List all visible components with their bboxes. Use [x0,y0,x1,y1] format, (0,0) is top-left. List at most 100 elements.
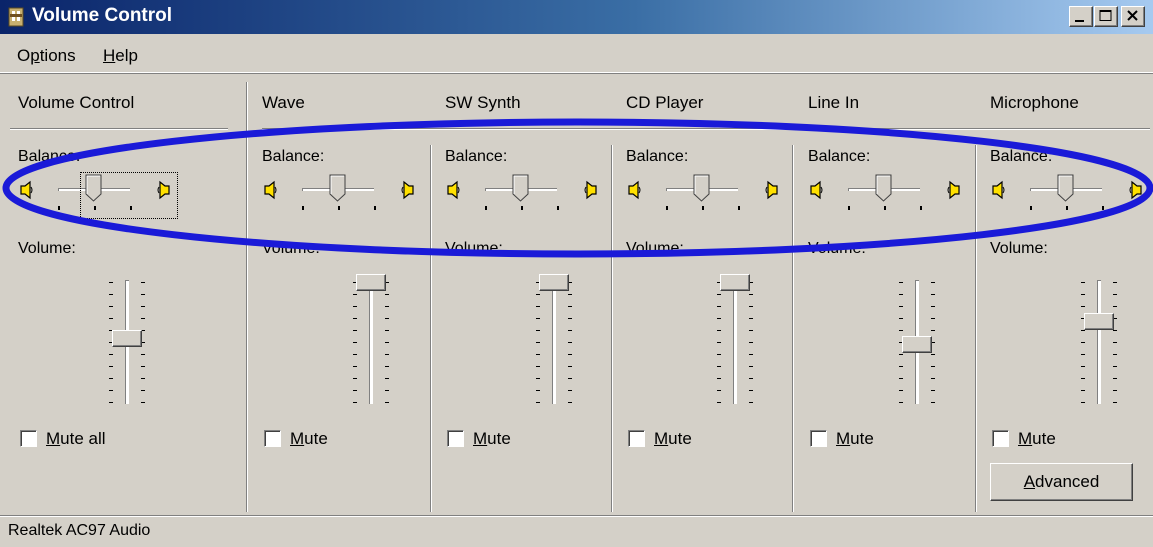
volume-slider-thumb[interactable] [112,330,142,347]
volume-tick [568,378,572,379]
menu-options[interactable]: Options [17,46,76,66]
close-button[interactable] [1121,6,1145,27]
volume-tick [109,294,113,295]
volume-tick [353,342,357,343]
balance-tick [374,206,376,210]
balance-label: Balance: [445,148,508,165]
volume-tick [1081,366,1085,367]
volume-tick [749,378,753,379]
speaker-left-icon [991,180,1007,200]
advanced-button[interactable]: Advanced [990,463,1133,501]
volume-tick [717,342,721,343]
volume-tick [385,378,389,379]
mute-label[interactable]: Mute [654,429,692,449]
balance-slider-thumb[interactable] [512,174,529,202]
mute-checkbox[interactable] [992,430,1009,447]
volume-tick [1081,390,1085,391]
volume-tick [749,330,753,331]
volume-tick [931,402,935,403]
volume-label: Volume: [445,240,503,257]
mute-label[interactable]: Mute [836,429,874,449]
volume-tick [749,306,753,307]
volume-tick [109,390,113,391]
mute-checkbox[interactable] [20,430,37,447]
volume-track[interactable] [733,280,737,404]
volume-track[interactable] [369,280,373,404]
volume-tick [536,342,540,343]
mute-label[interactable]: Mute [290,429,328,449]
balance-label: Balance: [262,148,325,165]
maximize-icon [1099,10,1112,21]
minimize-button[interactable] [1069,6,1093,27]
speaker-left-icon [809,180,825,200]
volume-tick [899,318,903,319]
mute-accel: M [836,429,851,448]
channel-name: CD Player [626,93,704,112]
volume-tick [141,366,145,367]
volume-slider-thumb[interactable] [720,274,750,291]
balance-slider-thumb[interactable] [1057,174,1074,202]
speaker-left-icon [263,180,279,200]
volume-tick [899,294,903,295]
volume-slider-thumb[interactable] [539,274,569,291]
balance-label: Balance: [18,148,81,165]
volume-slider-thumb[interactable] [1084,313,1114,331]
volume-tick [931,294,935,295]
mute-checkbox[interactable] [447,430,464,447]
volume-tick [536,378,540,379]
speaker-right-icon [945,180,961,200]
menu-help[interactable]: Help [103,46,138,66]
volume-tick [109,318,113,319]
menu-options-text-2: tions [39,46,76,65]
close-icon [1127,10,1138,21]
mute-label[interactable]: Mute [1018,429,1056,449]
volume-tick [717,402,721,403]
balance-tick [848,206,850,210]
balance-tick [58,206,60,210]
volume-tick [899,282,903,283]
mute-checkbox[interactable] [628,430,645,447]
volume-tick [717,330,721,331]
mute-label[interactable]: Mute all [46,429,106,449]
volume-label: Volume: [990,240,1048,257]
volume-tick [1113,402,1117,403]
status-text: Realtek AC97 Audio [8,522,151,539]
volume-tick [931,354,935,355]
title-bar[interactable]: Volume Control [0,0,1153,34]
speaker-left-icon [19,180,35,200]
minimize-icon [1075,20,1084,22]
volume-tick [931,318,935,319]
balance-label: Balance: [808,148,871,165]
channel-name: Line In [808,93,860,112]
volume-track[interactable] [552,280,556,404]
mute-checkbox[interactable] [810,430,827,447]
status-bar: Realtek AC97 Audio [0,515,1153,547]
volume-tick [931,306,935,307]
balance-slider-thumb[interactable] [875,174,892,202]
volume-tick [568,402,572,403]
balance-slider-thumb[interactable] [329,174,346,202]
volume-tick [536,402,540,403]
channel-separator [611,145,612,512]
volume-slider-thumb[interactable] [356,274,386,291]
volume-tick [899,306,903,307]
balance-tick [1102,206,1104,210]
volume-tick [749,402,753,403]
volume-tick [536,354,540,355]
volume-slider-thumb[interactable] [902,335,932,353]
volume-tick [353,366,357,367]
menu-options-text-1: O [17,46,31,65]
menu-help-accel: H [103,46,116,65]
volume-tick [1113,378,1117,379]
maximize-button[interactable] [1094,6,1118,27]
speaker-left-icon [627,180,643,200]
mute-text: ute [487,429,511,448]
mute-label[interactable]: Mute [473,429,511,449]
volume-tick [899,366,903,367]
volume-tick [1113,366,1117,367]
volume-track[interactable] [1097,280,1101,404]
volume-tick [568,366,572,367]
balance-slider-thumb[interactable] [693,174,710,202]
mute-checkbox[interactable] [264,430,281,447]
volume-tick [899,354,903,355]
